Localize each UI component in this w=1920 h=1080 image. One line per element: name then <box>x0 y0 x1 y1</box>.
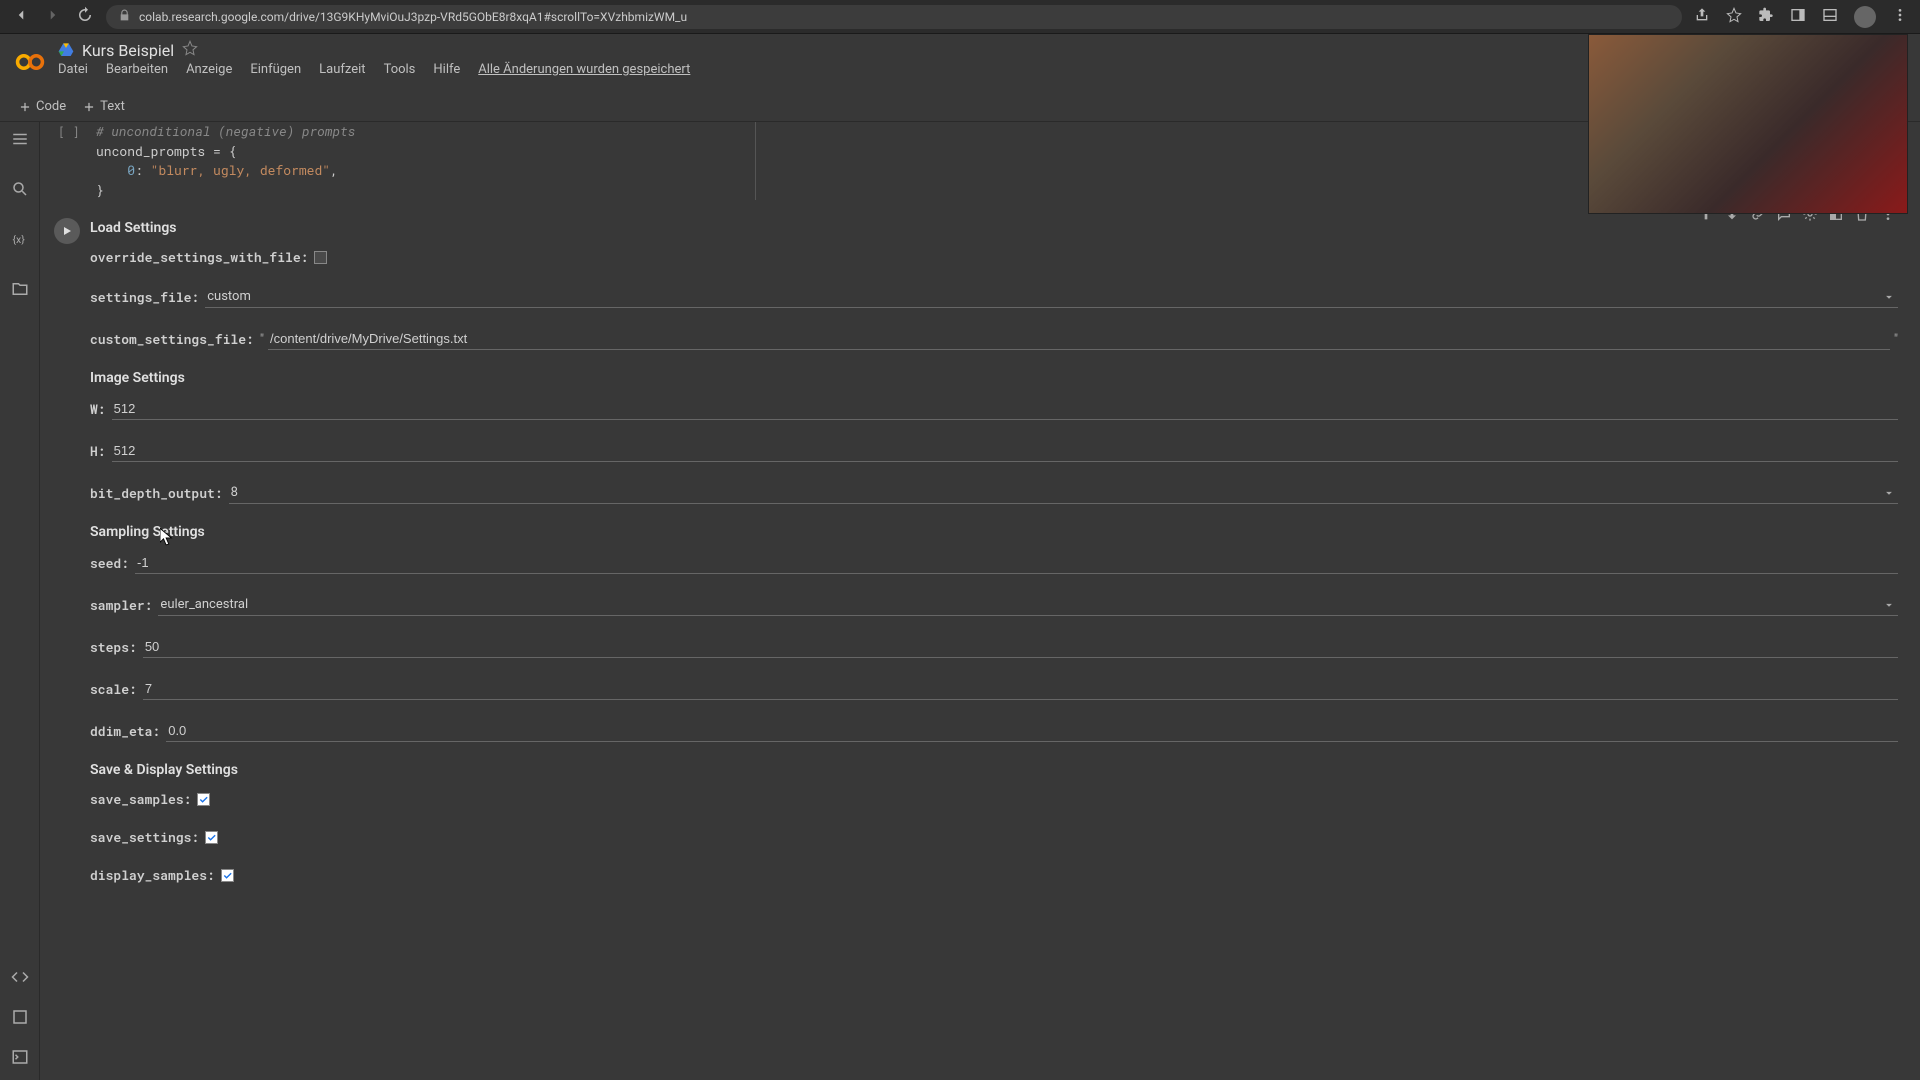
menu-bar: Datei Bearbeiten Anzeige Einfügen Laufze… <box>58 62 690 77</box>
section-save-settings: Save & Display Settings <box>90 762 1898 778</box>
h-label: H: <box>90 442 106 460</box>
files-icon[interactable] <box>11 280 29 302</box>
section-load-settings: Load Settings <box>90 220 1898 236</box>
webcam-overlay <box>1588 34 1908 214</box>
extensions-icon[interactable] <box>1758 7 1774 27</box>
section-sampling-settings: Sampling Settings <box>90 524 1898 540</box>
drive-icon <box>58 42 74 58</box>
menu-tools[interactable]: Tools <box>384 62 416 77</box>
bitdepth-select[interactable]: 8 <box>229 482 1898 504</box>
custom-file-label: custom_settings_file: <box>90 330 254 348</box>
add-code-button[interactable]: Code <box>18 99 66 114</box>
menu-runtime[interactable]: Laufzeit <box>319 62 365 77</box>
display-samples-label: display_samples: <box>90 866 215 884</box>
back-icon[interactable] <box>12 6 30 28</box>
settings-file-value: custom <box>207 289 251 304</box>
h-input[interactable] <box>112 440 1898 462</box>
save-samples-label: save_samples: <box>90 790 191 808</box>
bitdepth-label: bit_depth_output: <box>90 484 223 502</box>
seed-label: seed: <box>90 554 129 572</box>
toc-icon[interactable] <box>11 130 29 152</box>
w-label: W: <box>90 400 106 418</box>
cell-exec-indicator: [ ] <box>58 122 96 200</box>
variables-icon[interactable]: {x} <box>11 230 29 252</box>
code-comment: # unconditional (negative) prompts <box>96 122 745 142</box>
run-cell-button[interactable] <box>54 216 90 904</box>
profile-avatar[interactable] <box>1854 6 1876 28</box>
url-bar[interactable]: colab.research.google.com/drive/13G9KHyM… <box>106 5 1682 29</box>
reload-icon[interactable] <box>76 6 94 28</box>
settings-file-label: settings_file: <box>90 288 199 306</box>
chevron-down-icon <box>1882 486 1896 500</box>
add-text-label: Text <box>100 99 125 114</box>
menu-saved-status[interactable]: Alle Änderungen wurden gespeichert <box>478 62 690 77</box>
share-icon[interactable] <box>1694 7 1710 27</box>
menu-file[interactable]: Datei <box>58 62 88 77</box>
sampler-label: sampler: <box>90 596 152 614</box>
mouse-cursor-icon <box>160 528 174 550</box>
url-text: colab.research.google.com/drive/13G9KHyM… <box>139 10 687 24</box>
form-cell: Load Settings override_settings_with_fil… <box>40 208 1920 912</box>
star-notebook-icon[interactable] <box>182 40 198 60</box>
svg-text:{x}: {x} <box>12 233 25 246</box>
quote-open: " <box>260 332 264 347</box>
side-panel-icon[interactable] <box>1790 7 1806 27</box>
menu-view[interactable]: Anzeige <box>186 62 232 77</box>
kebab-icon[interactable] <box>1892 7 1908 27</box>
section-image-settings: Image Settings <box>90 370 1898 386</box>
menu-help[interactable]: Hilfe <box>433 62 460 77</box>
forward-icon[interactable] <box>44 6 62 28</box>
chevron-down-icon <box>1882 598 1896 612</box>
notebook-title[interactable]: Kurs Beispiel <box>82 41 174 60</box>
code-line: } <box>96 181 745 201</box>
search-icon[interactable] <box>11 180 29 202</box>
code-line: 0: "blurr, ugly, deformed", <box>96 161 745 181</box>
custom-file-input[interactable] <box>268 328 1890 350</box>
sampler-value: euler_ancestral <box>160 597 248 612</box>
quote-close: " <box>1894 332 1898 347</box>
ddim-input[interactable] <box>166 720 1898 742</box>
devtools-icon[interactable] <box>1822 7 1838 27</box>
add-code-label: Code <box>36 99 66 114</box>
w-input[interactable] <box>112 398 1898 420</box>
settings-file-select[interactable]: custom <box>205 286 1898 308</box>
save-samples-checkbox[interactable] <box>197 793 210 806</box>
steps-label: steps: <box>90 638 137 656</box>
menu-edit[interactable]: Bearbeiten <box>106 62 168 77</box>
seed-input[interactable] <box>135 552 1898 574</box>
code-editor[interactable]: # unconditional (negative) prompts uncon… <box>96 122 756 200</box>
display-samples-checkbox[interactable] <box>221 869 234 882</box>
left-rail: {x} <box>0 122 40 1080</box>
code-snippets-icon[interactable] <box>11 968 29 990</box>
scale-label: scale: <box>90 680 137 698</box>
chevron-down-icon <box>1882 290 1896 304</box>
star-icon[interactable] <box>1726 7 1742 27</box>
colab-logo-icon <box>14 46 46 78</box>
terminal-icon[interactable] <box>11 1048 29 1070</box>
steps-input[interactable] <box>143 636 1898 658</box>
add-text-button[interactable]: Text <box>82 99 125 114</box>
browser-chrome: colab.research.google.com/drive/13G9KHyM… <box>0 0 1920 34</box>
override-label: override_settings_with_file: <box>90 248 308 266</box>
command-palette-icon[interactable] <box>11 1008 29 1030</box>
override-checkbox[interactable] <box>314 251 327 264</box>
save-settings-checkbox[interactable] <box>205 831 218 844</box>
scale-input[interactable] <box>143 678 1898 700</box>
menu-insert[interactable]: Einfügen <box>250 62 301 77</box>
lock-icon <box>118 9 131 25</box>
save-settings-label: save_settings: <box>90 828 199 846</box>
main-content: [ ] # unconditional (negative) prompts u… <box>40 122 1920 1080</box>
bitdepth-value: 8 <box>231 485 238 500</box>
code-line: uncond_prompts = { <box>96 142 745 162</box>
sampler-select[interactable]: euler_ancestral <box>158 594 1898 616</box>
ddim-label: ddim_eta: <box>90 722 160 740</box>
